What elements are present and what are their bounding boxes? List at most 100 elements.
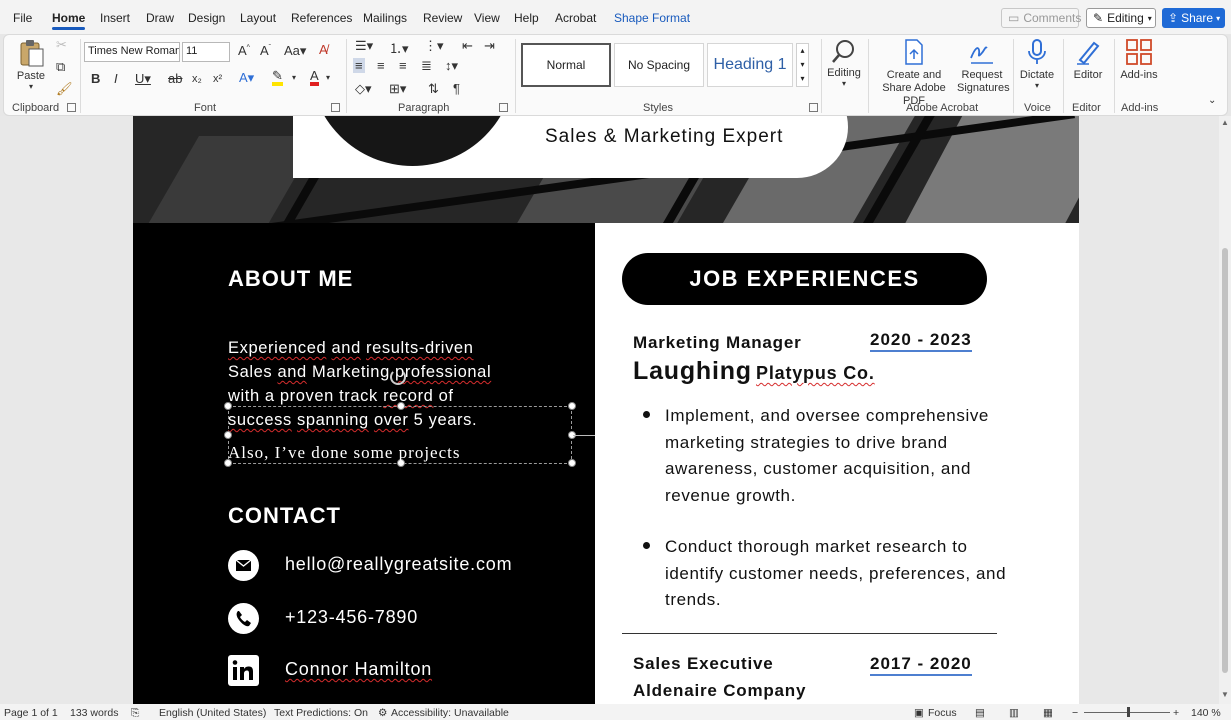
- print-layout-icon[interactable]: ▥: [1009, 707, 1019, 719]
- clear-formatting-icon[interactable]: A̸: [319, 42, 328, 57]
- sort-icon[interactable]: ⇅: [428, 81, 439, 97]
- tab-acrobat[interactable]: Acrobat: [555, 11, 596, 25]
- shrink-font-icon[interactable]: Aˇ: [260, 43, 271, 58]
- paste-button[interactable]: Paste ▾: [14, 39, 48, 91]
- align-left-icon[interactable]: ≡: [353, 58, 365, 73]
- focus-icon[interactable]: ▣: [914, 707, 924, 719]
- addins-button[interactable]: Add-ins: [1117, 38, 1161, 81]
- separator: [821, 39, 822, 113]
- addins-grid-icon: [1126, 39, 1152, 65]
- tab-view[interactable]: View: [474, 11, 500, 25]
- focus-mode[interactable]: Focus: [928, 707, 957, 719]
- zoom-out-icon[interactable]: −: [1072, 707, 1078, 719]
- cut-icon[interactable]: ✂: [56, 37, 67, 53]
- also-text[interactable]: Also, I’ve done some projects: [228, 443, 460, 463]
- highlight-icon[interactable]: ✎: [272, 69, 283, 86]
- font-name-dropdown[interactable]: Times New Roman: [84, 42, 180, 62]
- scroll-down-icon[interactable]: ▼: [1221, 690, 1229, 699]
- style-no-spacing[interactable]: No Spacing: [614, 43, 704, 87]
- multilevel-list-icon[interactable]: ⋮▾: [424, 38, 444, 54]
- strikethrough-icon[interactable]: ab: [168, 71, 182, 86]
- subscript-icon[interactable]: x₂: [192, 73, 202, 85]
- read-mode-icon[interactable]: ▤: [975, 707, 985, 719]
- tab-file[interactable]: File: [13, 11, 32, 25]
- align-center-icon[interactable]: ≡: [377, 58, 385, 73]
- bullets-icon[interactable]: ☰▾: [355, 38, 373, 54]
- status-bar: Page 1 of 1 133 words ⎘ English (United …: [0, 704, 1231, 720]
- align-right-icon[interactable]: ≡: [399, 58, 407, 73]
- grow-font-icon[interactable]: A^: [238, 43, 250, 58]
- tab-shape-format[interactable]: Shape Format: [614, 11, 690, 25]
- tab-review[interactable]: Review: [423, 11, 462, 25]
- shading-icon[interactable]: ◇▾: [355, 81, 372, 97]
- editing-button[interactable]: Editing ▾: [823, 38, 865, 88]
- format-painter-icon[interactable]: 🖌: [56, 81, 73, 97]
- resize-handle[interactable]: [397, 402, 405, 410]
- scroll-up-icon[interactable]: ▲: [1221, 118, 1229, 127]
- style-normal[interactable]: Normal: [521, 43, 611, 87]
- collapse-ribbon-icon[interactable]: ⌄: [1208, 95, 1216, 106]
- tab-draw[interactable]: Draw: [146, 11, 174, 25]
- request-signatures-button[interactable]: Request Signatures: [957, 38, 1010, 95]
- editor-button[interactable]: Editor: [1067, 38, 1109, 81]
- create-share-pdf-button[interactable]: Create and Share Adobe PDF: [872, 38, 956, 108]
- text-predictions[interactable]: Text Predictions: On: [274, 707, 368, 719]
- resize-handle[interactable]: [568, 402, 576, 410]
- tab-help[interactable]: Help: [514, 11, 539, 25]
- dialog-launcher-icon[interactable]: [809, 103, 818, 112]
- borders-icon[interactable]: ⊞▾: [389, 81, 406, 97]
- clipboard-group-label: Clipboard: [12, 102, 60, 114]
- bold-icon[interactable]: B: [91, 71, 100, 86]
- superscript-icon[interactable]: x²: [213, 73, 222, 85]
- vertical-scrollbar[interactable]: ▲ ▼: [1219, 116, 1231, 704]
- word-count[interactable]: 133 words: [70, 707, 118, 719]
- accessibility-icon[interactable]: ⚙: [378, 707, 387, 719]
- text-effects-icon[interactable]: A▾: [239, 70, 254, 86]
- resize-handle[interactable]: [224, 431, 232, 439]
- resume-subtitle: Sales & Marketing Expert: [545, 126, 784, 147]
- font-color-icon[interactable]: A: [310, 69, 319, 86]
- tab-insert[interactable]: Insert: [100, 11, 130, 25]
- rotate-handle-icon[interactable]: [390, 369, 406, 385]
- chevron-down-icon[interactable]: ▾: [292, 73, 296, 82]
- editing-mode-button[interactable]: ✎ Editing ▾: [1086, 8, 1156, 28]
- change-case-icon[interactable]: Aa▾: [284, 43, 306, 59]
- chevron-down-icon[interactable]: ▾: [326, 73, 330, 82]
- dictate-button[interactable]: Dictate ▾: [1017, 38, 1057, 90]
- zoom-in-icon[interactable]: +: [1173, 707, 1179, 719]
- line-spacing-icon[interactable]: ↕▾: [445, 58, 458, 74]
- separator: [1013, 39, 1014, 113]
- web-layout-icon[interactable]: ▦: [1043, 707, 1053, 719]
- italic-icon[interactable]: I: [114, 71, 118, 86]
- dialog-launcher-icon[interactable]: [67, 103, 76, 112]
- resize-handle[interactable]: [568, 459, 576, 467]
- justify-icon[interactable]: ≣: [421, 58, 432, 74]
- comments-button[interactable]: ▭ Comments: [1001, 8, 1081, 28]
- zoom-level[interactable]: 140 %: [1191, 707, 1221, 719]
- share-button[interactable]: ⇪ Share ▾: [1162, 8, 1225, 28]
- tab-references[interactable]: References: [291, 11, 352, 25]
- proofing-icon[interactable]: ⎘: [131, 707, 139, 720]
- accessibility-status[interactable]: Accessibility: Unavailable: [391, 707, 509, 719]
- page-count[interactable]: Page 1 of 1: [4, 707, 58, 719]
- tab-mailings[interactable]: Mailings: [363, 11, 407, 25]
- show-formatting-icon[interactable]: ¶: [453, 81, 460, 96]
- language[interactable]: English (United States): [159, 707, 266, 719]
- tab-layout[interactable]: Layout: [240, 11, 276, 25]
- tab-design[interactable]: Design: [188, 11, 225, 25]
- style-heading-1[interactable]: Heading 1: [707, 43, 793, 87]
- zoom-slider-thumb[interactable]: [1127, 707, 1130, 717]
- dialog-launcher-icon[interactable]: [499, 103, 508, 112]
- bullet-dot: [643, 542, 650, 549]
- dialog-launcher-icon[interactable]: [331, 103, 340, 112]
- numbering-icon[interactable]: ⒈▾: [389, 38, 409, 57]
- copy-icon[interactable]: ⧉: [56, 59, 65, 75]
- underline-icon[interactable]: U▾: [135, 71, 151, 87]
- scrollbar-thumb[interactable]: [1222, 248, 1228, 673]
- styles-gallery-scroll[interactable]: ▴ ▾ ▾: [796, 43, 809, 87]
- decrease-indent-icon[interactable]: ⇤: [462, 38, 473, 54]
- font-size-dropdown[interactable]: 11: [182, 42, 230, 62]
- tab-home[interactable]: Home: [52, 11, 86, 30]
- resize-handle[interactable]: [224, 402, 232, 410]
- increase-indent-icon[interactable]: ⇥: [484, 38, 495, 54]
